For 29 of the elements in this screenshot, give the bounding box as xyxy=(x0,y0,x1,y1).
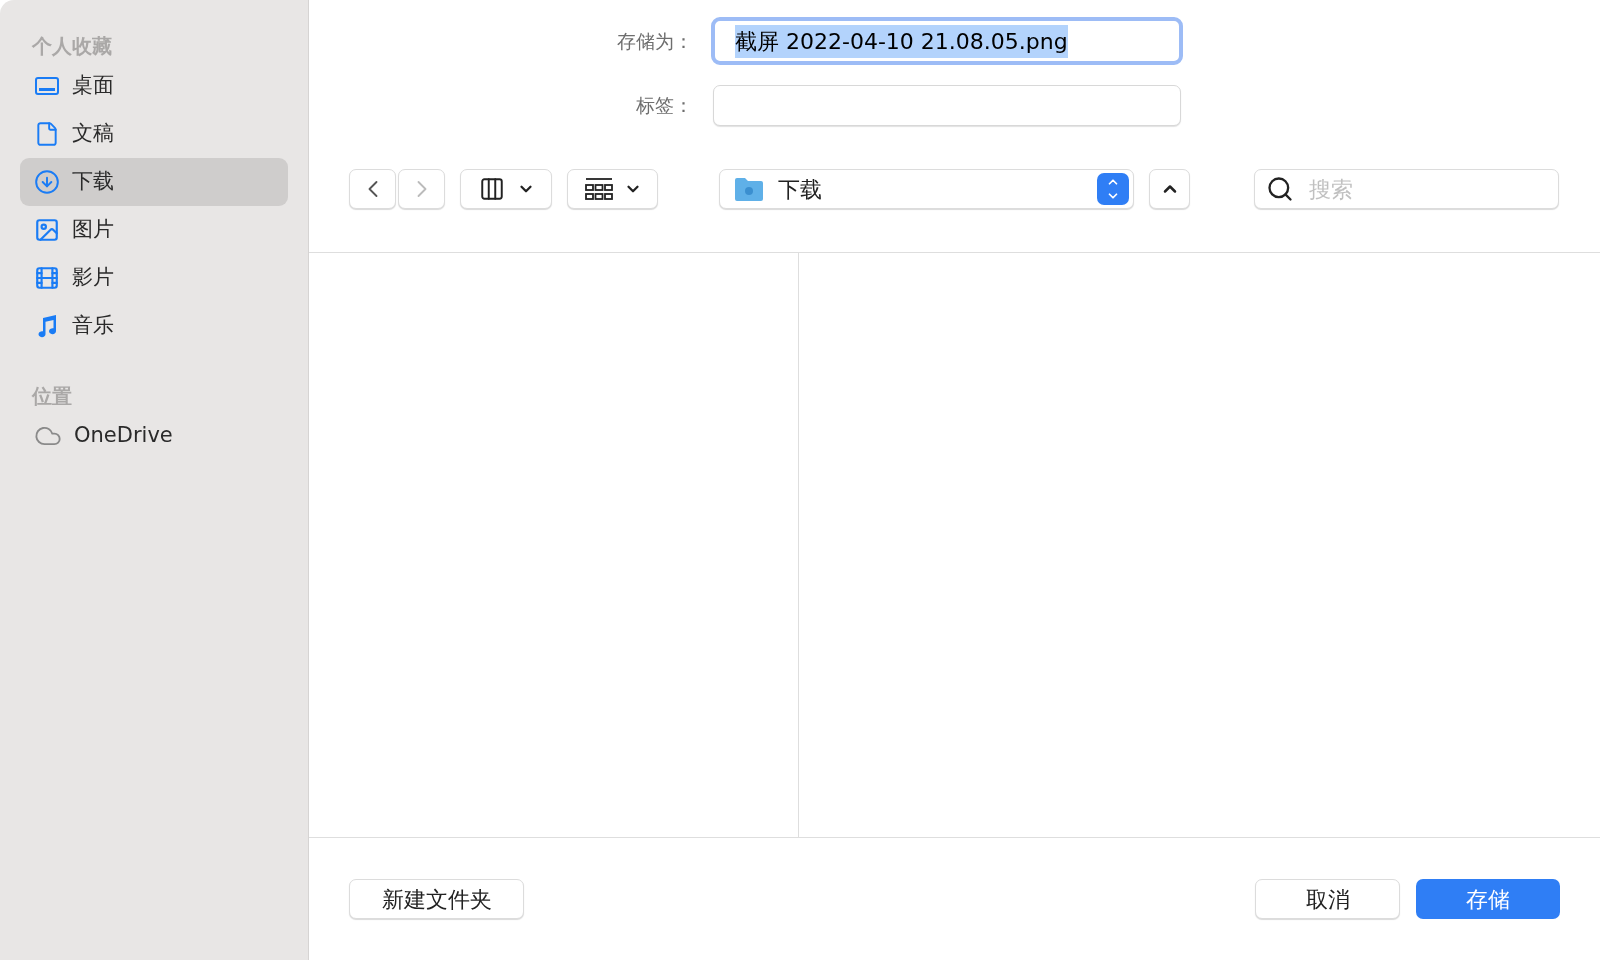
stepper-icon xyxy=(1097,173,1129,205)
sidebar-item[interactable]: 音乐 xyxy=(20,302,288,350)
sidebar-item[interactable]: 桌面 xyxy=(20,62,288,110)
group-view-button[interactable] xyxy=(567,169,658,209)
sidebar-item[interactable]: 影片 xyxy=(20,254,288,302)
grid-icon xyxy=(583,176,614,202)
sidebar-item[interactable]: 下载 xyxy=(20,158,288,206)
column-view-button[interactable] xyxy=(460,169,552,209)
tags-label: 标签： xyxy=(635,92,694,118)
parent-folder-button[interactable] xyxy=(1149,169,1190,209)
section-heading: 位置 xyxy=(31,383,73,410)
folder-icon xyxy=(734,176,764,202)
cancel-button[interactable]: 取消 xyxy=(1255,879,1400,919)
search-icon xyxy=(1266,175,1294,203)
tags-field[interactable] xyxy=(713,84,1181,126)
sidebar-item[interactable]: OneDrive xyxy=(20,412,288,460)
search-field[interactable]: 搜索 xyxy=(1254,169,1559,209)
sidebar-item[interactable]: 文稿 xyxy=(20,110,288,158)
document-icon xyxy=(34,121,60,147)
film-icon xyxy=(34,265,60,291)
save-button[interactable]: 存储 xyxy=(1416,879,1560,919)
filename-field[interactable]: 截屏 2022-04-10 21.08.05.png xyxy=(711,17,1183,65)
save-as-label: 存储为： xyxy=(616,28,694,54)
section-heading: 个人收藏 xyxy=(31,33,113,60)
download-icon xyxy=(34,169,60,195)
sidebar-item[interactable]: 图片 xyxy=(20,206,288,254)
picture-icon xyxy=(34,217,60,243)
location-popup[interactable]: 下载 xyxy=(719,169,1134,209)
new-folder-button[interactable]: 新建文件夹 xyxy=(349,879,524,919)
